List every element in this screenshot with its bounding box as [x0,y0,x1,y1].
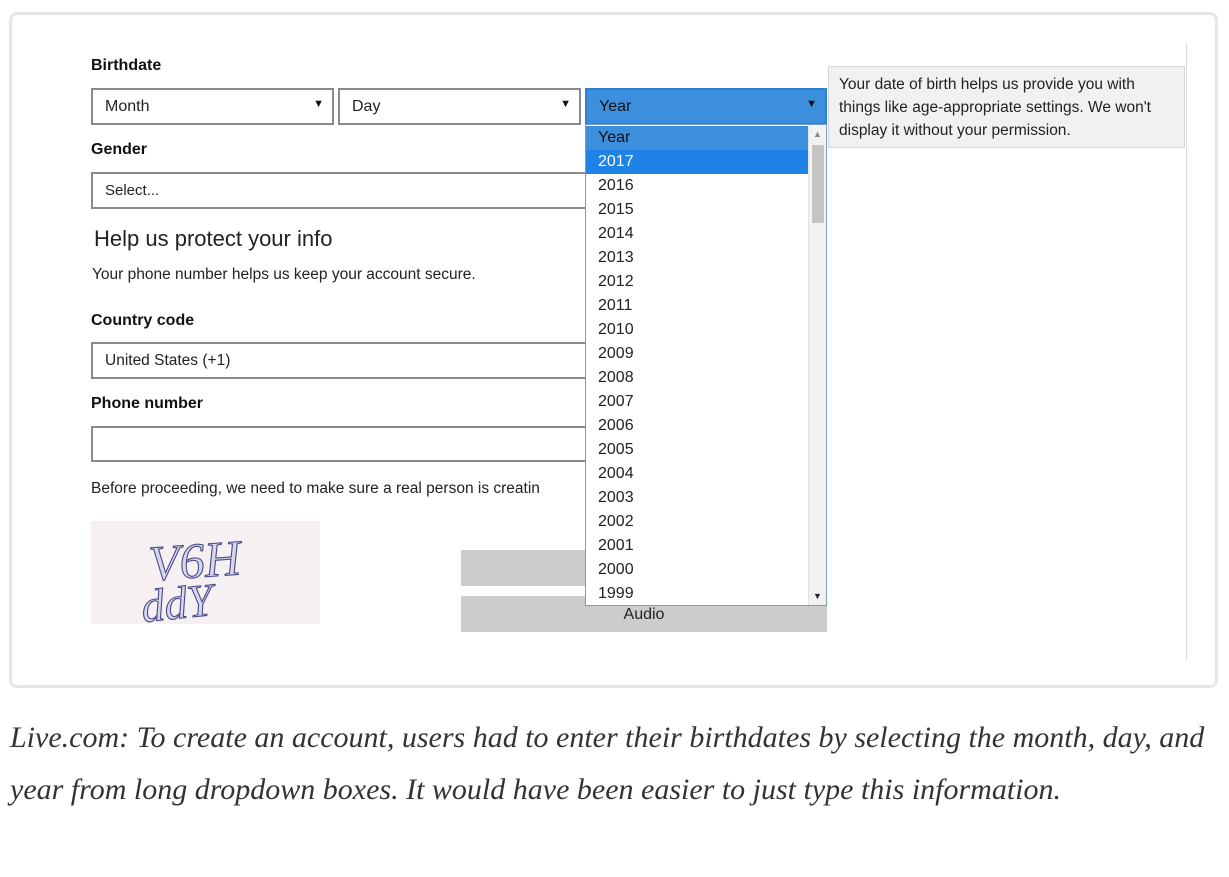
phone-number-label: Phone number [91,395,204,412]
country-code-label: Country code [91,312,195,329]
gender-label: Gender [91,141,148,158]
year-option[interactable]: 2011 [586,294,808,318]
year-option[interactable]: 2012 [586,270,808,294]
year-option[interactable]: 1999 [586,582,808,605]
gender-select[interactable]: Select... [91,172,591,209]
birthdate-label: Birthdate [91,57,162,74]
year-option[interactable]: 2003 [586,486,808,510]
year-select-value: Year [599,98,632,115]
chevron-down-icon: ▼ [560,98,571,110]
year-option[interactable]: Year [586,126,808,150]
scrollbar-thumb[interactable] [812,145,824,223]
captcha-line-2: ddY [139,573,220,624]
dropdown-scrollbar[interactable]: ▲ ▼ [808,125,826,605]
year-option[interactable]: 2004 [586,462,808,486]
birthdate-help-tooltip: Your date of birth helps us provide you … [828,66,1185,148]
year-option[interactable]: 2014 [586,222,808,246]
year-option[interactable]: 2017 [586,150,808,174]
year-option[interactable]: 2005 [586,438,808,462]
chevron-down-icon: ▼ [313,98,324,110]
year-select[interactable]: Year ▼ [585,88,827,125]
country-code-value: United States (+1) [105,352,231,369]
country-code-select[interactable]: United States (+1) [91,342,591,379]
chevron-down-icon: ▼ [806,98,817,110]
scroll-down-arrow-icon[interactable]: ▼ [813,591,822,601]
year-option[interactable]: 2010 [586,318,808,342]
year-option[interactable]: 2008 [586,366,808,390]
day-select[interactable]: Day ▼ [338,88,581,125]
year-option[interactable]: 2006 [586,414,808,438]
month-select-value: Month [105,98,150,115]
month-select[interactable]: Month ▼ [91,88,334,125]
year-option[interactable]: 2001 [586,534,808,558]
scroll-up-arrow-icon[interactable]: ▲ [813,129,822,139]
year-option[interactable]: 2000 [586,558,808,582]
year-option[interactable]: 2009 [586,342,808,366]
phone-number-input[interactable] [91,426,591,462]
year-dropdown-list[interactable]: Year 2017 2016 2015 2014 2013 2012 2011 2010 2009… [585,124,827,606]
year-option[interactable]: 2002 [586,510,808,534]
panel-divider [1186,43,1187,660]
year-option[interactable]: 2007 [586,390,808,414]
day-select-value: Day [352,98,381,115]
section-description: Your phone number helps us keep your acc… [92,266,476,283]
year-option[interactable]: 2015 [586,198,808,222]
year-option[interactable]: 2013 [586,246,808,270]
gender-select-value: Select... [105,182,160,199]
section-title: Help us protect your info [94,226,333,251]
captcha-image: V6H ddY [91,521,320,633]
year-option[interactable]: 2016 [586,174,808,198]
captcha-glyphs: V6H ddY [138,529,246,633]
captcha-prompt: Before proceeding, we need to make sure … [91,480,540,497]
figure-caption: Live.com: To create an account, users ha… [10,721,1205,806]
